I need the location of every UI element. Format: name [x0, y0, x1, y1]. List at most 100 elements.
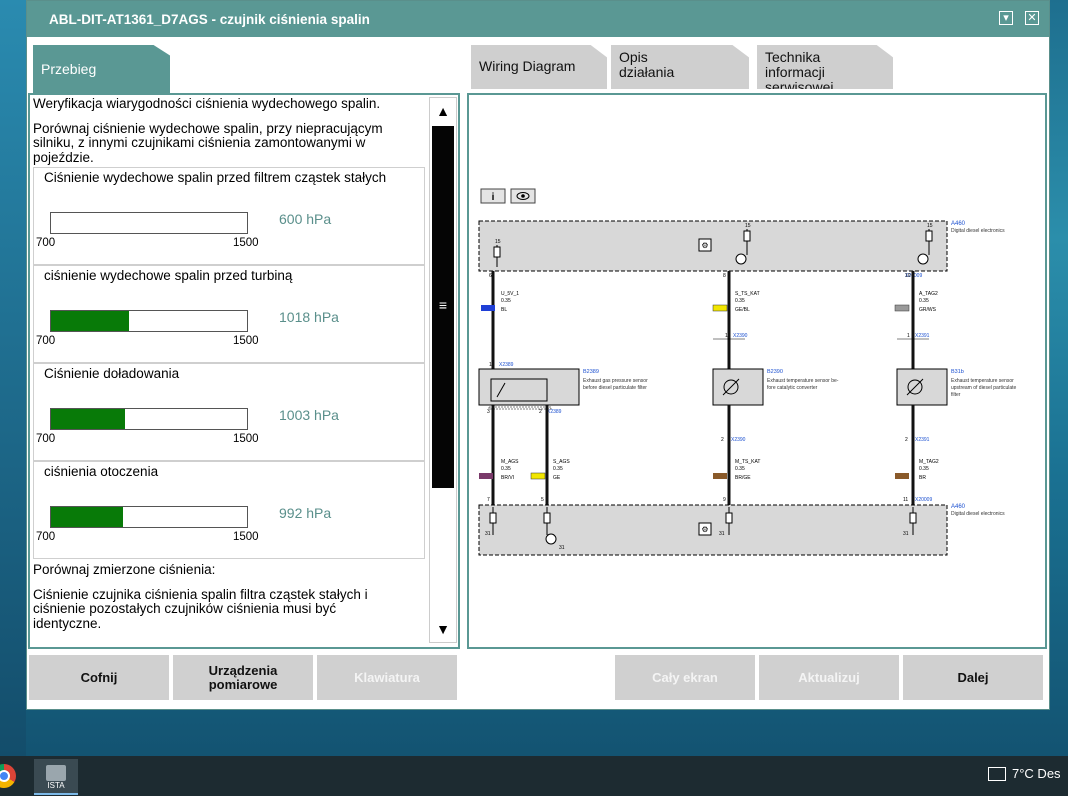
gauge-boost-pressure: Ciśnienie doładowania 700 1500 1003 hPa: [33, 363, 425, 461]
gauge-value: 1018 hPa: [279, 309, 339, 325]
tab-technika-informacji[interactable]: Technika informacji serwisowej: [757, 45, 893, 89]
svg-text:GE: GE: [553, 475, 561, 481]
outro-text-1: Porównaj zmierzone ciśnienia:: [33, 562, 216, 577]
svg-text:1: 1: [907, 333, 910, 339]
svg-text:U_5V_1: U_5V_1: [501, 291, 519, 297]
procedure-scrollbar[interactable]: ▲ ≡ ▼: [429, 97, 457, 643]
app-window: ABL-DIT-AT1361_D7AGS - czujnik ciśnienia…: [26, 0, 1050, 710]
svg-text:GR/WS: GR/WS: [919, 307, 937, 313]
gauge-dpf-pressure: Ciśnienie wydechowe spalin przed filtrem…: [33, 167, 425, 265]
gauge-value: 992 hPa: [279, 505, 332, 521]
svg-text:BL: BL: [501, 307, 507, 313]
svg-text:1: 1: [725, 333, 728, 339]
measuring-devices-button[interactable]: Urządzenia pomiarowe: [173, 655, 313, 700]
svg-text:before diesel particulate filt: before diesel particulate filter: [583, 385, 647, 391]
svg-text:GE/BL: GE/BL: [735, 307, 750, 313]
minimize-icon[interactable]: ▾: [999, 11, 1013, 25]
scroll-thumb[interactable]: ≡: [432, 126, 454, 488]
gauge-value: 600 hPa: [279, 211, 332, 227]
svg-text:X2389: X2389: [547, 409, 562, 415]
scroll-up-icon[interactable]: ▲: [430, 98, 456, 124]
svg-text:Digital diesel electronics: Digital diesel electronics: [951, 511, 1005, 517]
gauge-bar: [50, 310, 248, 332]
fullscreen-button[interactable]: Cały ekran: [615, 655, 755, 700]
svg-text:B2389: B2389: [583, 369, 599, 375]
svg-text:0.35: 0.35: [553, 466, 563, 472]
tab-przebieg[interactable]: Przebieg: [33, 45, 170, 93]
svg-text:filter: filter: [951, 392, 961, 398]
desktop-background: [0, 0, 26, 756]
svg-text:X2390: X2390: [731, 437, 746, 443]
wire-label-u5v: U_5V_1 0.35 BL: [481, 291, 519, 313]
refresh-button[interactable]: Aktualizuj: [759, 655, 899, 700]
wire-label-s-ts-kat: S_TS_KAT 0.35 GE/BL: [712, 291, 760, 313]
intro-text-1: Weryfikacja wiarygodności ciśnienia wyde…: [33, 97, 381, 111]
keyboard-button[interactable]: Klawiatura: [317, 655, 457, 700]
svg-text:Digital diesel electronics: Digital diesel electronics: [951, 228, 1005, 234]
tab-wiring-diagram[interactable]: Wiring Diagram: [471, 45, 607, 89]
wiring-diagram: i A460 Digital diesel electronics X20009…: [478, 188, 1017, 556]
svg-text:15: 15: [495, 239, 501, 245]
gauge-ambient-pressure: ciśnienia otoczenia 700 1500 992 hPa: [33, 461, 425, 559]
svg-text:X2390: X2390: [733, 333, 748, 339]
app-icon: [46, 765, 66, 781]
svg-text:A460: A460: [951, 504, 966, 510]
weather-widget[interactable]: 7°C Des: [988, 766, 1061, 781]
tab-opis-dzialania[interactable]: Opis działania: [611, 45, 749, 89]
svg-text:31: 31: [719, 531, 725, 537]
svg-text:X20009: X20009: [915, 497, 932, 503]
svg-text:9: 9: [723, 497, 726, 503]
svg-text:M_AGS: M_AGS: [501, 459, 519, 465]
wiring-diagram-panel: i A460 Digital diesel electronics X20009…: [467, 93, 1047, 649]
gauge-value: 1003 hPa: [279, 407, 339, 423]
next-button[interactable]: Dalej: [903, 655, 1043, 700]
svg-text:S_TS_KAT: S_TS_KAT: [735, 291, 760, 297]
grip-icon: ≡: [438, 297, 448, 313]
svg-text:X2391: X2391: [915, 333, 930, 339]
svg-text:BR/GE: BR/GE: [735, 475, 751, 481]
close-icon[interactable]: ✕: [1025, 11, 1039, 25]
svg-text:BR: BR: [919, 475, 926, 481]
taskbar-app-ista[interactable]: ISTA: [34, 759, 78, 795]
back-button[interactable]: Cofnij: [29, 655, 169, 700]
wire-label-m-tag2: M_TAG2 0.35 BR: [895, 459, 939, 481]
svg-text:Exhaust temperature sensor be-: Exhaust temperature sensor be-: [767, 378, 839, 384]
svg-text:2: 2: [721, 437, 724, 443]
intro-text-2: Porównaj ciśnienie wydechowe spalin, prz…: [33, 120, 383, 165]
svg-text:31: 31: [559, 545, 565, 551]
taskbar: [0, 756, 1068, 796]
svg-text:X2389: X2389: [499, 362, 514, 368]
svg-text:31: 31: [903, 531, 909, 537]
svg-text:⚙: ⚙: [701, 525, 708, 534]
svg-text:5: 5: [541, 497, 544, 503]
scroll-down-icon[interactable]: ▼: [430, 616, 456, 642]
svg-text:S_AGS: S_AGS: [553, 459, 570, 465]
svg-text:A460: A460: [951, 221, 966, 227]
svg-text:M_TAG2: M_TAG2: [919, 459, 939, 465]
procedure-content: Weryfikacja wiarygodności ciśnienia wyde…: [33, 97, 425, 645]
procedure-panel: Weryfikacja wiarygodności ciśnienia wyde…: [28, 93, 460, 649]
svg-text:0.35: 0.35: [501, 466, 511, 472]
svg-text:X2391: X2391: [915, 437, 930, 443]
svg-text:0.35: 0.35: [501, 298, 511, 304]
svg-text:3: 3: [487, 409, 490, 415]
gauge-bar: [50, 408, 248, 430]
wire-label-m-ts-kat: M_TS_KAT 0.35 BR/GE: [713, 459, 760, 481]
svg-text:0.35: 0.35: [919, 298, 929, 304]
svg-text:11: 11: [903, 497, 908, 503]
svg-text:15: 15: [927, 223, 933, 229]
svg-text:B2390: B2390: [767, 369, 783, 375]
svg-text:A_TAG2: A_TAG2: [919, 291, 938, 297]
svg-text:8: 8: [723, 273, 726, 279]
info-button[interactable]: i: [480, 188, 506, 204]
eye-icon[interactable]: [510, 188, 536, 204]
svg-text:i: i: [492, 192, 495, 203]
svg-text:15: 15: [745, 223, 751, 229]
wire-label-a-tag2: A_TAG2 0.35 GR/WS: [894, 291, 938, 313]
gauge-bar: [50, 212, 248, 234]
svg-text:upstream of diesel particulate: upstream of diesel particulate: [951, 385, 1017, 391]
svg-text:2: 2: [905, 437, 908, 443]
svg-text:31: 31: [485, 531, 491, 537]
sensor-b2389: B2389 Exhaust gas pressure sensor before…: [478, 368, 648, 406]
sensor-b31b: B31b Exhaust temperature sensor upstream…: [896, 368, 1017, 406]
